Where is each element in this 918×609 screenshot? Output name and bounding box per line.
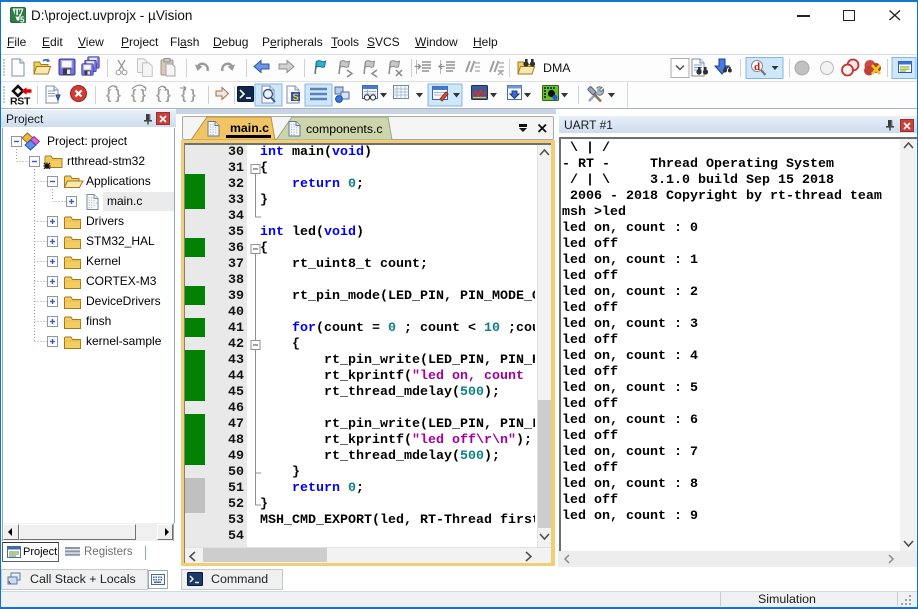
svg-text:d: d bbox=[754, 61, 760, 73]
svg-text:S: S bbox=[293, 92, 299, 103]
svg-text:RST: RST bbox=[10, 96, 31, 108]
svg-text:5: 5 bbox=[20, 16, 25, 24]
